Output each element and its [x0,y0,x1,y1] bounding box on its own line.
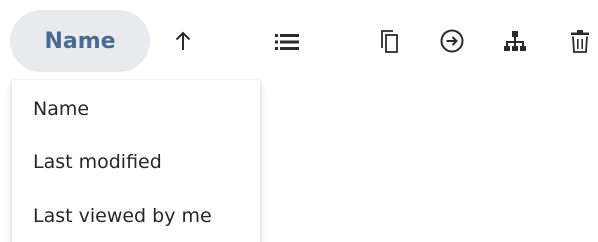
toolbar-area: Name Name Last modified Last viewed by m… [0,0,598,242]
sort-option-last-modified[interactable]: Last modified [12,137,260,187]
hierarchy-icon [503,29,527,53]
trash-icon [570,28,590,54]
hierarchy-button[interactable] [500,24,530,58]
sort-by-label: Name [44,28,116,54]
copy-button[interactable] [374,24,404,58]
list-view-icon [275,32,299,52]
move-to-icon [439,28,465,54]
copy-icon [379,28,399,54]
move-to-button[interactable] [434,24,470,58]
delete-button[interactable] [566,24,594,58]
sort-option-last-viewed[interactable]: Last viewed by me [12,191,260,241]
list-view-button[interactable] [270,26,304,58]
sort-option-name[interactable]: Name [12,84,260,134]
arrow-up-icon [174,30,192,52]
sort-by-button[interactable]: Name [10,10,150,72]
sort-direction-button[interactable] [168,24,198,58]
sort-menu: Name Last modified Last viewed by me [12,80,260,242]
